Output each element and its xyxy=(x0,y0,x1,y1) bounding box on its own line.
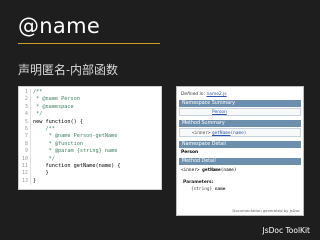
namespace-link[interactable]: Person xyxy=(212,110,227,115)
slide-title: @name xyxy=(18,14,101,38)
source-file-link[interactable]: name2.js xyxy=(206,92,226,97)
code-text: } xyxy=(33,170,49,177)
code-text: * @name Person xyxy=(33,96,80,103)
line-number: 7 xyxy=(19,133,31,141)
code-text: * @namespace xyxy=(33,103,74,110)
code-line: 9 * @param {string} name xyxy=(19,148,161,156)
line-number: 12 xyxy=(19,170,31,178)
code-text: * @name Person-getName xyxy=(33,133,118,140)
slide-subtitle: 声明匿名-内部函数 xyxy=(18,63,119,77)
code-line: 10 */ xyxy=(19,155,161,163)
code-text: /** xyxy=(33,89,43,95)
code-line: 7 * @name Person-getName xyxy=(19,133,161,141)
line-number: 2 xyxy=(19,96,31,104)
method-detail-signature: <inner> getName(name) xyxy=(181,168,237,173)
line-number: 9 xyxy=(19,148,31,156)
method-detail-header: Method Detail xyxy=(179,158,301,165)
line-number: 1 xyxy=(19,89,31,97)
namespace-summary-box: Person xyxy=(179,108,301,116)
documentation-preview-panel: Defined in: name2.js Namespace Summary P… xyxy=(176,86,304,216)
brand-label: JsDoc ToolKit xyxy=(262,226,310,235)
code-example-panel: 1/** 2 * @name Person 3 * @namespace 4 */5 n… xyxy=(18,86,162,190)
code-text: * @param {string} name xyxy=(33,148,118,155)
method-summary-box: <inner> getName(name) xyxy=(179,128,301,137)
code-text: */ xyxy=(33,155,55,162)
parameter-row: {string} name xyxy=(191,187,226,192)
method-summary-header: Method Summary xyxy=(179,120,301,127)
code-line: 12 } xyxy=(19,170,161,178)
method-static-label: <inner> xyxy=(192,131,211,136)
code-text: */ xyxy=(33,111,43,118)
code-line: 5 new function() { xyxy=(19,118,161,126)
line-number: 8 xyxy=(19,140,31,149)
code-line: 8 * @function xyxy=(19,140,161,149)
code-text: * @function xyxy=(33,140,83,147)
code-line: 3 * @namespace xyxy=(19,103,161,112)
generated-by-note: Documentation generated by JsDoc xyxy=(232,208,300,213)
defined-in-line: Defined in: name2.js xyxy=(181,92,227,97)
defined-in-label: Defined in: xyxy=(181,92,206,97)
code-line: 13} xyxy=(19,177,161,186)
parameters-label: Parameters: xyxy=(183,180,214,185)
namespace-summary-header: Namespace Summary xyxy=(179,100,301,107)
method-summary-link[interactable]: getName(name) xyxy=(212,131,246,136)
line-number: 5 xyxy=(19,118,31,126)
code-text: new function() { xyxy=(33,118,83,125)
line-number: 10 xyxy=(19,155,31,163)
code-line: 6 /** xyxy=(19,125,161,134)
line-number: 13 xyxy=(19,177,31,186)
namespace-detail-name: Person xyxy=(181,150,199,155)
code-line: 4 */ xyxy=(19,111,161,119)
code-line: 2 * @name Person xyxy=(19,96,161,104)
code-line: 11 function getName(name) { xyxy=(19,162,161,171)
line-number: 3 xyxy=(19,103,31,112)
slide: @name 声明匿名-内部函数 1/** 2 * @name Person 3 * … xyxy=(0,0,320,240)
code-text: function getName(name) { xyxy=(33,162,121,169)
line-number: 6 xyxy=(19,125,31,134)
namespace-detail-header: Namespace Detail xyxy=(179,141,301,148)
line-number: 4 xyxy=(19,111,31,119)
line-number: 11 xyxy=(19,162,31,171)
code-text: } xyxy=(33,177,37,184)
title-underline xyxy=(18,43,160,44)
code-line: 1/** xyxy=(19,89,161,97)
code-text: /** xyxy=(33,125,55,132)
